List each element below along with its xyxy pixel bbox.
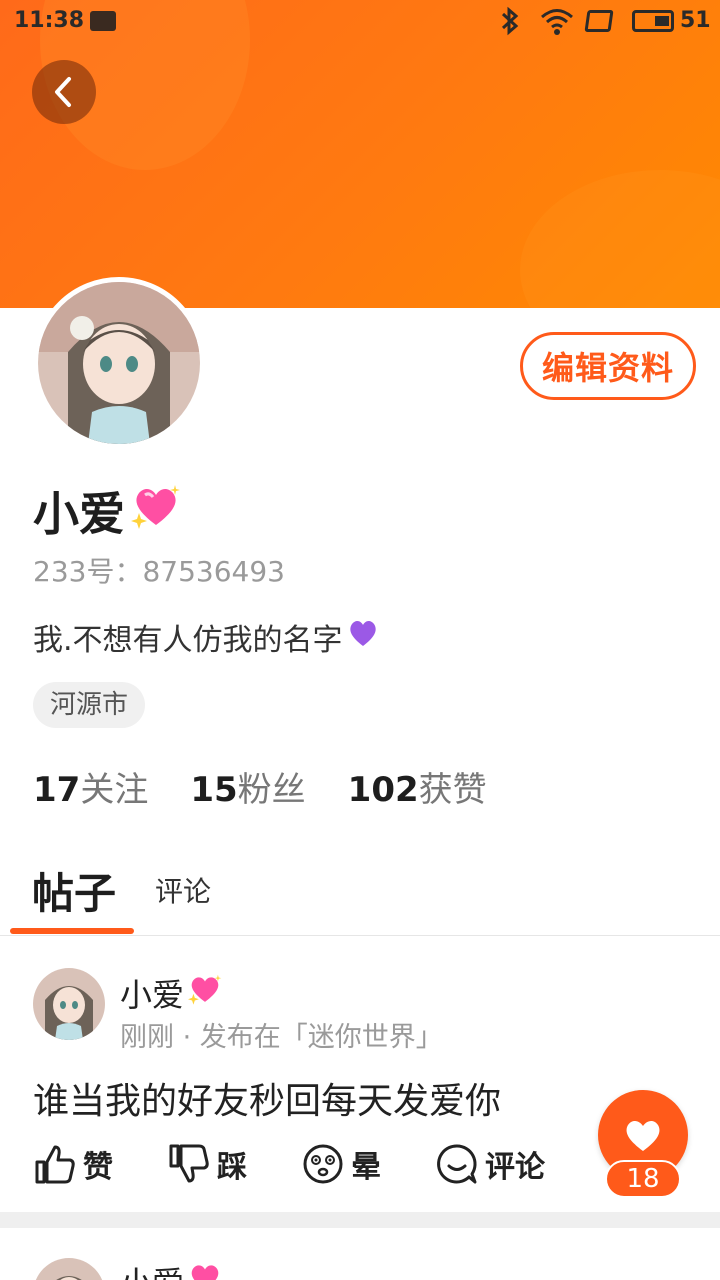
post-author-avatar[interactable] xyxy=(33,1258,105,1280)
post-text[interactable]: 谁当我的好友秒回每天发爱你 xyxy=(33,1072,501,1124)
location-tag: 河源市 xyxy=(33,682,146,728)
profile-bio: 我.不想有人仿我的名字 xyxy=(33,615,379,659)
tab-comments[interactable]: 评论 xyxy=(155,870,211,910)
wifi-icon xyxy=(540,6,574,42)
dizzy-button[interactable]: 晕 xyxy=(301,1142,381,1186)
bluetooth-icon xyxy=(498,6,522,42)
battery-level: 51 xyxy=(680,8,711,33)
active-tab-indicator xyxy=(10,928,134,934)
thumbs-up-icon xyxy=(35,1145,75,1184)
post-author[interactable]: 小爱 xyxy=(120,970,222,1016)
stat-followers[interactable]: 15粉丝 xyxy=(190,762,305,811)
sim-card-icon xyxy=(90,11,116,31)
heart-icon xyxy=(626,1120,660,1151)
purple-heart-icon xyxy=(347,618,379,656)
profile-name: 小爱 xyxy=(33,478,181,544)
like-count: 18 xyxy=(605,1160,681,1198)
edit-profile-button[interactable]: 编辑资料 xyxy=(520,332,696,400)
tab-divider xyxy=(0,935,720,936)
back-icon xyxy=(55,77,71,107)
thumbs-down-icon xyxy=(169,1144,209,1183)
sparkling-heart-icon xyxy=(188,973,222,1013)
screen-rotate-icon xyxy=(584,10,614,32)
bio-text: 我.不想有人仿我的名字 xyxy=(33,623,343,658)
post-author-name: 小爱 xyxy=(120,976,185,1014)
status-bar: 11:38 51 xyxy=(0,0,720,44)
back-button[interactable] xyxy=(32,60,96,124)
dizzy-face-icon xyxy=(303,1144,343,1184)
tab-posts[interactable]: 帖子 xyxy=(32,860,116,921)
post-actions: 赞 踩 晕 评论 xyxy=(33,1142,599,1186)
profile-header-background xyxy=(0,0,720,308)
status-time: 11:38 xyxy=(14,8,85,33)
stat-following[interactable]: 17关注 xyxy=(33,762,148,811)
user-id: 233号：87536493 xyxy=(33,555,285,588)
profile-name-text: 小爱 xyxy=(33,487,125,541)
sparkling-heart-icon xyxy=(188,1261,222,1280)
post-separator xyxy=(0,1212,720,1228)
sparkling-heart-icon xyxy=(131,483,181,540)
like-button[interactable]: 赞 xyxy=(33,1142,113,1186)
post-meta: 刚刚 · 发布在「迷你世界」 xyxy=(120,1022,443,1053)
profile-avatar[interactable] xyxy=(33,277,205,449)
post-author-2[interactable]: 小爱 xyxy=(120,1258,222,1280)
post-author-avatar[interactable] xyxy=(33,968,105,1040)
comment-button[interactable]: 评论 xyxy=(435,1142,545,1186)
comment-bubble-icon xyxy=(437,1144,477,1184)
profile-stats: 17关注 15粉丝 102获赞 xyxy=(33,762,529,811)
battery-icon xyxy=(632,10,674,32)
stat-likes[interactable]: 102获赞 xyxy=(348,762,487,811)
dislike-button[interactable]: 踩 xyxy=(167,1142,247,1186)
post-author-name: 小爱 xyxy=(120,1258,184,1280)
